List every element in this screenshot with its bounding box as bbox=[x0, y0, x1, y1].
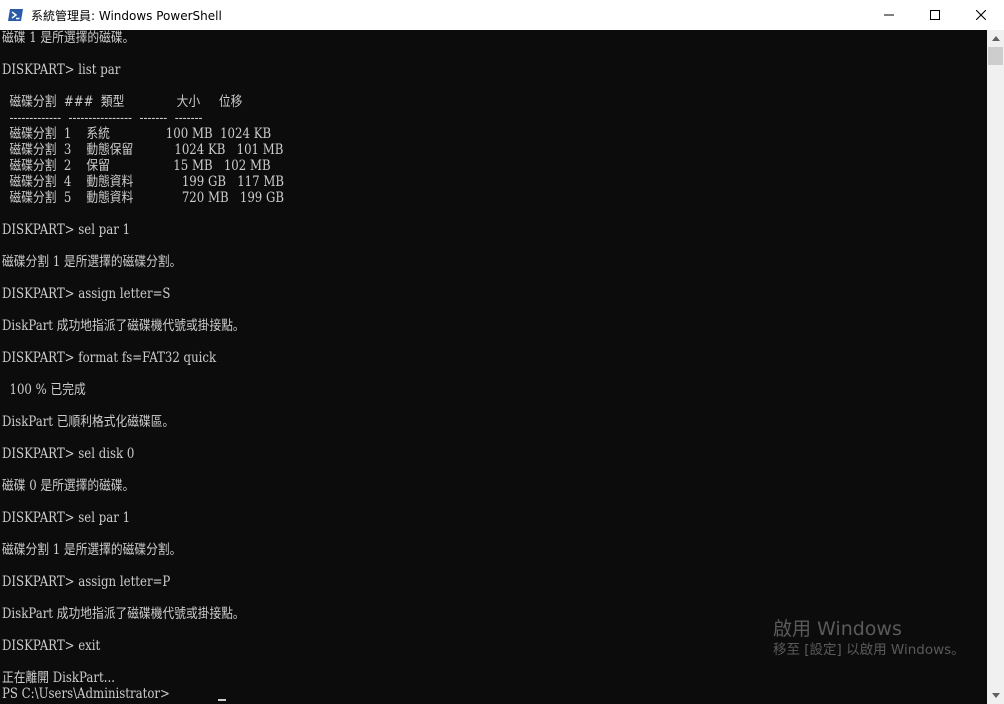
scroll-up-arrow-icon bbox=[991, 36, 1000, 41]
console-line: DISKPART> sel disk 0 bbox=[2, 446, 135, 462]
console-line: DISKPART> list par bbox=[2, 62, 121, 78]
text-cursor bbox=[218, 699, 226, 701]
title-bar[interactable]: 系統管理員: Windows PowerShell bbox=[0, 0, 1004, 30]
console-line: 磁碟分割 2 保留 15 MB 102 MB bbox=[2, 158, 271, 174]
console-line: DISKPART> assign letter=S bbox=[2, 286, 171, 302]
console-line: DiskPart 成功地指派了磁碟機代號或掛接點。 bbox=[2, 606, 245, 622]
console-line: DISKPART> sel par 1 bbox=[2, 510, 131, 526]
scroll-down-button[interactable] bbox=[987, 687, 1004, 704]
minimize-icon bbox=[884, 14, 894, 16]
console-line: 100 % 已完成 bbox=[2, 382, 86, 398]
console-line: DiskPart 成功地指派了磁碟機代號或掛接點。 bbox=[2, 318, 245, 334]
scroll-thumb[interactable] bbox=[988, 47, 1003, 65]
console-line: 磁碟分割 1 系統 100 MB 1024 KB bbox=[2, 126, 272, 142]
activate-windows-title: 啟用 Windows bbox=[773, 618, 902, 640]
powershell-icon[interactable] bbox=[8, 7, 24, 23]
console-line: 磁碟分割 3 動態保留 1024 KB 101 MB bbox=[2, 142, 284, 158]
vertical-scrollbar[interactable] bbox=[987, 30, 1004, 704]
console-line: DISKPART> format fs=FAT32 quick bbox=[2, 350, 217, 366]
scroll-down-arrow-icon bbox=[991, 693, 1000, 698]
powershell-window: 系統管理員: Windows PowerShell 磁碟 1 是所選擇的磁碟。 D… bbox=[0, 0, 1004, 704]
console-line: 磁碟分割 1 是所選擇的磁碟分割。 bbox=[2, 254, 182, 270]
console-line: PS C:\Users\Administrator> bbox=[2, 686, 174, 702]
maximize-icon bbox=[930, 10, 940, 20]
console-line: DISKPART> assign letter=P bbox=[2, 574, 171, 590]
close-button[interactable] bbox=[958, 0, 1004, 30]
console-line: 磁碟分割 5 動態資料 720 MB 199 GB bbox=[2, 190, 285, 206]
console-output[interactable]: 磁碟 1 是所選擇的磁碟。 DISKPART> list par 磁碟分割 ###… bbox=[0, 30, 987, 704]
window-title: 系統管理員: Windows PowerShell bbox=[31, 8, 222, 23]
console-line: 磁碟分割 ### 類型 大小 位移 bbox=[2, 94, 243, 110]
console-line: 磁碟分割 1 是所選擇的磁碟分割。 bbox=[2, 542, 182, 558]
console-line: 磁碟 1 是所選擇的磁碟。 bbox=[2, 30, 135, 46]
scroll-up-button[interactable] bbox=[987, 30, 1004, 47]
console-line: DISKPART> sel par 1 bbox=[2, 222, 131, 238]
console-line: DISKPART> exit bbox=[2, 638, 101, 654]
console-line: DiskPart 已順利格式化磁碟區。 bbox=[2, 414, 175, 430]
console-line: 磁碟 0 是所選擇的磁碟。 bbox=[2, 478, 135, 494]
maximize-button[interactable] bbox=[912, 0, 958, 30]
activate-windows-subtitle: 移至 [設定] 以啟用 Windows。 bbox=[773, 642, 965, 658]
console-line: 正在離開 DiskPart... bbox=[2, 670, 115, 686]
close-icon bbox=[976, 10, 986, 20]
console-line: 磁碟分割 4 動態資料 199 GB 117 MB bbox=[2, 174, 285, 190]
console-line: ------------- ---------------- ------- -… bbox=[2, 110, 203, 126]
minimize-button[interactable] bbox=[866, 0, 912, 30]
